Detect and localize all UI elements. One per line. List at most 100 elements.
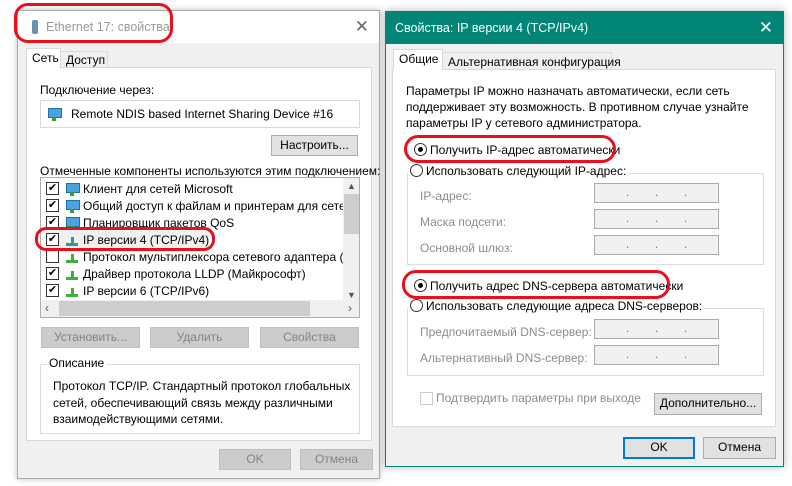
manual-ip-group: Использовать следующий IP-адрес: IP-адре…	[407, 164, 764, 265]
connect-via-label: Подключение через:	[40, 83, 155, 97]
component-label: IP версии 4 (TCP/IPv4)	[83, 232, 210, 247]
network-client-icon	[65, 216, 80, 230]
configure-button[interactable]: Настроить...	[271, 135, 358, 156]
ip-address-field[interactable]: ...	[594, 183, 719, 203]
protocol-icon	[65, 267, 79, 281]
alternate-dns-label: Альтернативный DNS-сервер:	[420, 351, 588, 365]
description-label: Описание	[47, 356, 107, 370]
checkbox[interactable]: ✔	[46, 199, 59, 212]
tab-panel: Параметры IP можно назначать автоматичес…	[392, 69, 776, 427]
scroll-right-icon[interactable]: ›	[348, 301, 352, 315]
auto-ip-radio[interactable]: Получить IP-адрес автоматически	[414, 143, 620, 157]
checkbox[interactable]: ✔	[46, 182, 59, 195]
hscroll-thumb[interactable]	[59, 301, 310, 316]
component-label: Планировщик пакетов QoS	[83, 215, 235, 230]
component-item[interactable]: ✔ Драйвер протокола LLDP (Майкрософт)	[46, 265, 306, 282]
component-item[interactable]: ✔ IP версии 4 (TCP/IPv4)	[46, 231, 210, 248]
window-title: Свойства: IP версии 4 (TCP/IPv4)	[395, 21, 589, 35]
tab-network[interactable]: Сеть	[26, 48, 61, 69]
checkbox[interactable]: ✔	[46, 233, 59, 246]
network-device-icon	[47, 107, 62, 121]
remove-button[interactable]: Удалить	[150, 327, 249, 348]
subnet-mask-label: Маска подсети:	[420, 215, 507, 229]
close-icon[interactable]: ✕	[355, 17, 369, 37]
device-name: Remote NDIS based Internet Sharing Devic…	[71, 107, 334, 121]
validate-label: Подтвердить параметры при выходе	[436, 391, 641, 405]
gateway-field[interactable]: ...	[594, 235, 719, 255]
ipv4-properties-window: Свойства: IP версии 4 (TCP/IPv4) ✕ Общие…	[385, 11, 784, 467]
ip-address-label: IP-адрес:	[420, 189, 472, 203]
horizontal-scrollbar[interactable]: ‹ ›	[41, 300, 359, 317]
manual-dns-group: Использовать следующие адреса DNS-сервер…	[407, 299, 764, 376]
auto-dns-radio[interactable]: Получить адрес DNS-сервера автоматически	[414, 279, 683, 293]
radio-selected-icon[interactable]	[414, 279, 427, 292]
checkbox[interactable]: ✔	[46, 216, 59, 229]
close-icon[interactable]: ✕	[759, 18, 773, 38]
scroll-up-icon[interactable]: ▲	[343, 178, 359, 194]
intro-text: Параметры IP можно назначать автоматичес…	[406, 83, 749, 131]
radio-icon[interactable]	[410, 299, 423, 312]
scroll-thumb[interactable]	[344, 194, 359, 234]
component-item[interactable]: ✔ IP версии 6 (TCP/IPv6)	[46, 282, 209, 299]
description-line: сетей, обеспечивающий связь между различ…	[53, 395, 333, 410]
protocol-icon	[65, 233, 79, 247]
description-text: Протокол TCP/IP. Стандартный протокол гл…	[53, 378, 350, 428]
vertical-scrollbar[interactable]: ▲ ▼	[343, 178, 359, 300]
preferred-dns-label: Предпочитаемый DNS-сервер:	[420, 325, 592, 339]
title-bar: Ethernet 17: свойства ✕	[18, 11, 379, 43]
scroll-down-icon[interactable]: ▼	[343, 290, 359, 300]
description-line: взаимодействующими сетями.	[53, 412, 224, 426]
components-list[interactable]: ✔ Клиент для сетей Microsoft ✔ Общий доступ…	[40, 177, 360, 318]
manual-ip-radio[interactable]: Использовать следующий IP-адрес:	[408, 164, 629, 178]
install-button[interactable]: Установить...	[41, 327, 140, 348]
intro-line: параметры IP у сетевого администратора.	[406, 116, 642, 130]
cancel-button[interactable]: Отмена	[300, 449, 373, 470]
subnet-mask-field[interactable]: ...	[594, 209, 719, 229]
device-box: Remote NDIS based Internet Sharing Devic…	[40, 100, 360, 128]
description-group: Описание Протокол TCP/IP. Стандартный пр…	[40, 356, 360, 434]
tab-alternate-config[interactable]: Альтернативная конфигурация	[442, 52, 621, 70]
checkbox[interactable]: ✔	[46, 284, 59, 297]
ok-button[interactable]: OK	[623, 437, 695, 459]
properties-button[interactable]: Свойства	[260, 327, 359, 348]
network-adapter-icon	[32, 20, 38, 34]
auto-ip-label: Получить IP-адрес автоматически	[430, 143, 621, 157]
component-item[interactable]: ✔ Общий доступ к файлам и принтерам для с…	[46, 197, 360, 214]
ok-button[interactable]: OK	[219, 449, 291, 470]
preferred-dns-field[interactable]: ...	[594, 319, 719, 339]
network-client-icon	[65, 199, 80, 213]
tab-general[interactable]: Общие	[393, 49, 443, 70]
advanced-button[interactable]: Дополнительно...	[654, 393, 762, 415]
component-item[interactable]: Протокол мультиплексора сетевого адаптер…	[46, 248, 360, 265]
component-label: IP версии 6 (TCP/IPv6)	[83, 283, 210, 298]
manual-dns-radio[interactable]: Использовать следующие адреса DNS-сервер…	[408, 299, 705, 313]
intro-line: поддерживает эту возможность. В противно…	[406, 100, 749, 114]
tab-sharing[interactable]: Доступ	[60, 51, 108, 68]
component-label: Протокол мультиплексора сетевого адаптер…	[83, 249, 360, 264]
network-client-icon	[65, 182, 80, 196]
window-title: Ethernet 17: свойства	[46, 20, 170, 34]
auto-dns-label: Получить адрес DNS-сервера автоматически	[430, 279, 684, 293]
component-label: Общий доступ к файлам и принтерам для се…	[83, 198, 360, 213]
scroll-left-icon[interactable]: ‹	[45, 301, 49, 315]
component-item[interactable]: ✔ Планировщик пакетов QoS	[46, 214, 234, 231]
manual-dns-label: Использовать следующие адреса DNS-сервер…	[426, 299, 703, 313]
cancel-button[interactable]: Отмена	[703, 437, 776, 459]
component-label: Драйвер протокола LLDP (Майкрософт)	[83, 266, 306, 281]
checkbox-icon[interactable]	[420, 391, 433, 405]
tab-panel: Подключение через: Remote NDIS based Int…	[26, 67, 380, 441]
component-item[interactable]: ✔ Клиент для сетей Microsoft	[46, 180, 233, 197]
ethernet-properties-window: Ethernet 17: свойства ✕ Сеть Доступ Подк…	[17, 10, 380, 479]
checkbox[interactable]	[46, 250, 59, 263]
checkbox[interactable]: ✔	[46, 267, 59, 280]
alternate-dns-field[interactable]: ...	[594, 345, 719, 365]
validate-checkbox[interactable]: Подтвердить параметры при выходе	[420, 391, 641, 405]
radio-selected-icon[interactable]	[414, 143, 427, 156]
radio-icon[interactable]	[410, 164, 423, 177]
manual-ip-label: Использовать следующий IP-адрес:	[426, 164, 627, 178]
protocol-icon	[65, 250, 79, 264]
components-label: Отмеченные компоненты используются этим …	[40, 164, 381, 178]
title-bar: Свойства: IP версии 4 (TCP/IPv4) ✕	[386, 12, 783, 44]
intro-line: Параметры IP можно назначать автоматичес…	[406, 84, 730, 98]
component-label: Клиент для сетей Microsoft	[83, 181, 233, 196]
